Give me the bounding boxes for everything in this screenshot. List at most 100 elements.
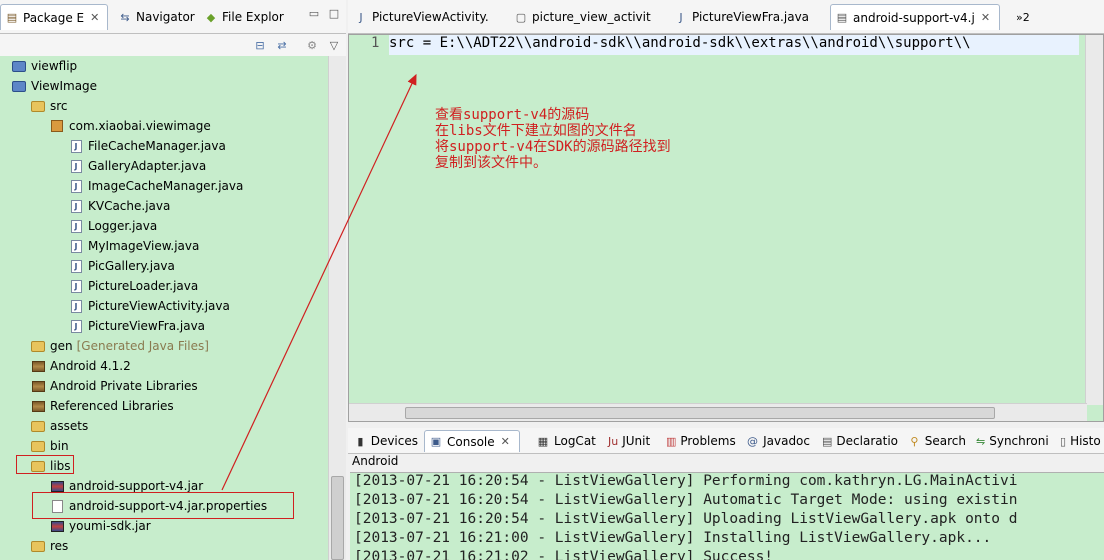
tab-navigator[interactable]: ⇆ Navigator bbox=[114, 4, 200, 30]
tree-item[interactable]: Android 4.1.2 bbox=[31, 356, 131, 376]
console-line: [2013-07-21 16:20:54 - ListViewGallery] … bbox=[354, 492, 1018, 508]
java-file-icon: J bbox=[69, 319, 83, 333]
tree-item[interactable]: Android Private Libraries bbox=[31, 376, 198, 396]
java-file-icon: J bbox=[679, 10, 683, 24]
library-icon bbox=[31, 379, 45, 393]
tab-label: PictureViewFra.java bbox=[692, 10, 810, 24]
explorer-toolbar: ⊟ ⇄ ⚙ ▽ bbox=[0, 34, 346, 56]
collapse-all-icon[interactable]: ⊟ bbox=[252, 37, 268, 53]
tree-item-label: PictureViewFra.java bbox=[88, 319, 206, 333]
tree-item[interactable]: J MyImageView.java bbox=[69, 236, 199, 256]
tree-item[interactable]: assets bbox=[31, 416, 88, 436]
tree-item-label: Android 4.1.2 bbox=[50, 359, 131, 373]
tree-item[interactable]: src bbox=[31, 96, 68, 116]
editor-tab-android-support-v4[interactable]: ▤ android-support-v4.j ✕ bbox=[830, 4, 1000, 30]
java-file-icon: J bbox=[359, 10, 363, 24]
tab-problems[interactable]: ▥ Problems bbox=[662, 430, 738, 452]
folder-icon bbox=[31, 339, 45, 353]
tree-item[interactable]: J KVCache.java bbox=[69, 196, 170, 216]
tab-javadoc[interactable]: @ Javadoc bbox=[742, 430, 814, 452]
tree-item[interactable]: bin bbox=[31, 436, 69, 456]
close-icon[interactable]: ✕ bbox=[981, 11, 990, 24]
tab-console[interactable]: ▣ Console ✕ bbox=[424, 430, 520, 452]
navigator-icon: ⇆ bbox=[120, 10, 130, 24]
text-editor[interactable]: 1 src = E:\\ADT22\\android-sdk\\android-… bbox=[348, 34, 1104, 422]
synchronize-icon: ⇋ bbox=[976, 434, 986, 448]
scrollbar-thumb[interactable] bbox=[405, 407, 995, 419]
tree-item-label: viewflip bbox=[31, 59, 78, 73]
minimize-icon[interactable]: ▭ bbox=[306, 6, 322, 20]
tree-item-label: PictureViewActivity.java bbox=[88, 299, 230, 313]
tree-item-label: PicGallery.java bbox=[88, 259, 175, 273]
tree-item[interactable]: ViewImage bbox=[12, 76, 97, 96]
tab-junit[interactable]: Ju JUnit bbox=[604, 430, 660, 452]
tab-file-explorer[interactable]: ◆ File Explor bbox=[200, 4, 298, 30]
editor-tab-overflow[interactable]: »2 bbox=[1012, 4, 1042, 30]
problems-icon: ▥ bbox=[666, 434, 677, 448]
line-number: 1 bbox=[371, 35, 380, 51]
tab-label: JUnit bbox=[622, 434, 651, 448]
tree-item-label: gen bbox=[50, 339, 73, 353]
tab-label: PictureViewActivity. bbox=[372, 10, 489, 24]
tree-scrollbar[interactable] bbox=[328, 56, 346, 560]
scrollbar-thumb[interactable] bbox=[331, 476, 344, 560]
highlight-properties-box bbox=[32, 492, 294, 519]
tree-item-label: src bbox=[50, 99, 68, 113]
tree-item-label: youmi-sdk.jar bbox=[69, 519, 151, 533]
view-menu-icon[interactable]: ▽ bbox=[326, 37, 342, 53]
tree-item-label: android-support-v4.jar bbox=[69, 479, 204, 493]
tab-label: Devices bbox=[370, 434, 418, 448]
tree-item[interactable]: J PicGallery.java bbox=[69, 256, 175, 276]
jar-icon bbox=[50, 519, 64, 533]
editor-horizontal-scrollbar[interactable] bbox=[349, 403, 1087, 421]
tree-item[interactable]: J GalleryAdapter.java bbox=[69, 156, 206, 176]
settings-icon[interactable]: ⚙ bbox=[304, 37, 320, 53]
tree-item[interactable]: J PictureViewActivity.java bbox=[69, 296, 230, 316]
tree-item[interactable]: J PictureLoader.java bbox=[69, 276, 198, 296]
java-file-icon: J bbox=[69, 279, 83, 293]
package-explorer-pane: ▤ Package E ✕ ⇆ Navigator ◆ File Explor … bbox=[0, 0, 346, 560]
tab-synchronize[interactable]: ⇋ Synchroni bbox=[972, 430, 1052, 452]
tree-item[interactable]: res bbox=[31, 536, 68, 556]
tab-search[interactable]: ⚲ Search bbox=[904, 430, 970, 452]
close-icon[interactable]: ✕ bbox=[90, 11, 99, 24]
tree-item-label: Referenced Libraries bbox=[50, 399, 174, 413]
tree-item[interactable]: J Logger.java bbox=[69, 216, 157, 236]
tab-package-explorer[interactable]: ▤ Package E ✕ bbox=[0, 4, 108, 30]
tree-item[interactable]: com.xiaobai.viewimage bbox=[50, 116, 211, 136]
console-line: [2013-07-21 16:21:00 - ListViewGallery] … bbox=[354, 530, 992, 546]
tab-history[interactable]: ▯ Histo bbox=[1056, 430, 1104, 452]
tree-item[interactable]: gen [Generated Java Files] bbox=[31, 336, 209, 356]
tree-item[interactable]: J ImageCacheManager.java bbox=[69, 176, 243, 196]
code-line[interactable]: src = E:\\ADT22\\android-sdk\\android-sd… bbox=[389, 35, 1079, 55]
tree-item-label: GalleryAdapter.java bbox=[88, 159, 207, 173]
editor-tab-pictureviewactivity[interactable]: J PictureViewActivity. bbox=[350, 4, 506, 30]
tree-item-label: Android Private Libraries bbox=[50, 379, 198, 393]
java-file-icon: J bbox=[69, 299, 83, 313]
editor-tab-bar: J PictureViewActivity. ▢ picture_view_ac… bbox=[348, 0, 1104, 34]
tab-label: Console bbox=[447, 434, 495, 449]
tab-label: Javadoc bbox=[763, 434, 810, 448]
package-explorer-icon: ▤ bbox=[6, 11, 18, 24]
tree-item-label: bin bbox=[50, 439, 69, 453]
project-tree: viewflip ViewImage src com.xiaobai.viewimag… bbox=[0, 56, 328, 560]
editor-tab-pictureviewfra[interactable]: J PictureViewFra.java bbox=[670, 4, 826, 30]
tree-item[interactable]: viewflip bbox=[12, 56, 77, 76]
editor-tab-picture-view-activity[interactable]: ▢ picture_view_activit bbox=[510, 4, 668, 30]
tree-item[interactable]: youmi-sdk.jar bbox=[50, 516, 151, 536]
java-file-icon: J bbox=[69, 219, 83, 233]
tab-declaration[interactable]: ▤ Declaratio bbox=[818, 430, 902, 452]
tree-item[interactable]: J PictureViewFra.java bbox=[69, 316, 205, 336]
editor-vertical-scrollbar[interactable] bbox=[1085, 35, 1103, 405]
junit-icon: Ju bbox=[608, 434, 619, 448]
tab-logcat[interactable]: ▦ LogCat bbox=[532, 430, 602, 452]
close-icon[interactable]: ✕ bbox=[501, 435, 510, 448]
tree-item[interactable]: J FileCacheManager.java bbox=[69, 136, 226, 156]
console-output[interactable]: [2013-07-21 16:20:54 - ListViewGallery] … bbox=[350, 472, 1104, 560]
tree-item[interactable]: Referenced Libraries bbox=[31, 396, 174, 416]
link-with-editor-icon[interactable]: ⇄ bbox=[274, 37, 290, 53]
maximize-icon[interactable]: □ bbox=[326, 6, 342, 20]
tab-label: LogCat bbox=[554, 434, 596, 448]
tab-devices[interactable]: ▮ Devices bbox=[350, 430, 422, 452]
tree-item-label: ImageCacheManager.java bbox=[88, 179, 244, 193]
